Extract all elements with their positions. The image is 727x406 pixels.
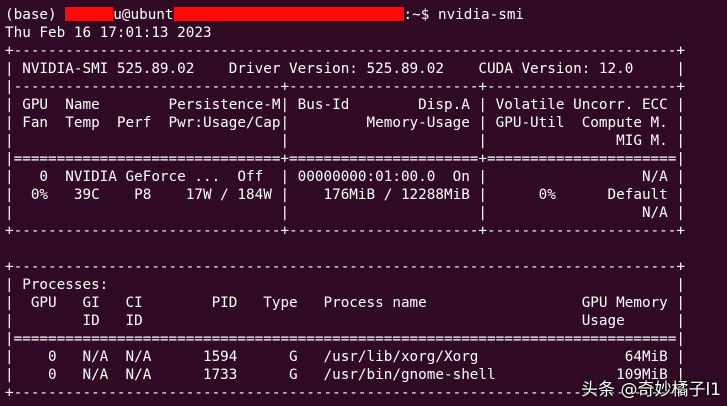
output-line: |===============================+=======… [5,151,685,167]
output-line: | GPU Name Persistence-M| Bus-Id Disp.A … [5,97,685,113]
output-line: | 0 N/A N/A 1594 G /usr/lib/xorg/Xorg 64… [5,349,685,365]
conda-env: (base) [5,7,66,23]
output-line: Thu Feb 16 17:01:13 2023 [5,25,212,41]
command-text: nvidia-smi [437,7,525,23]
output-line: | GPU GI CI PID Type Process name GPU Me… [5,295,685,311]
watermark: 头条 @奇妙橘子l1 [581,380,721,400]
prompt-line: (base) u@ubunt :~$ nvidia-smi [5,6,524,24]
output-line: |=======================================… [5,331,685,347]
output-line: | Fan Temp Perf Pwr:Usage/Cap| Memory-Us… [5,115,685,131]
output-line: +-------------------------------+-------… [5,223,685,239]
output-line: |-------------------------------+-------… [5,79,685,95]
prompt-path: :~$ [403,7,438,23]
host-prefix: u@ubunt [113,7,174,23]
redacted-hostname [173,7,404,21]
terminal-window[interactable]: (base) u@ubunt :~$ nvidia-smi Thu Feb 16 … [0,0,727,406]
output-line: | 0% 39C P8 17W / 184W | 176MiB / 12288M… [5,187,685,203]
output-line: | ID ID Usage | [5,313,685,329]
output-line: | NVIDIA-SMI 525.89.02 Driver Version: 5… [5,61,685,77]
output-line: +---------------------------------------… [5,259,685,275]
redacted-username [65,7,114,21]
output-line: | | | MIG M. | [5,133,685,149]
output-line: | Processes: | [5,277,685,293]
output-line: | | | N/A | [5,205,685,221]
output-line: +---------------------------------------… [5,43,685,59]
output-line: | 0 NVIDIA GeForce ... Off | 00000000:01… [5,169,685,185]
